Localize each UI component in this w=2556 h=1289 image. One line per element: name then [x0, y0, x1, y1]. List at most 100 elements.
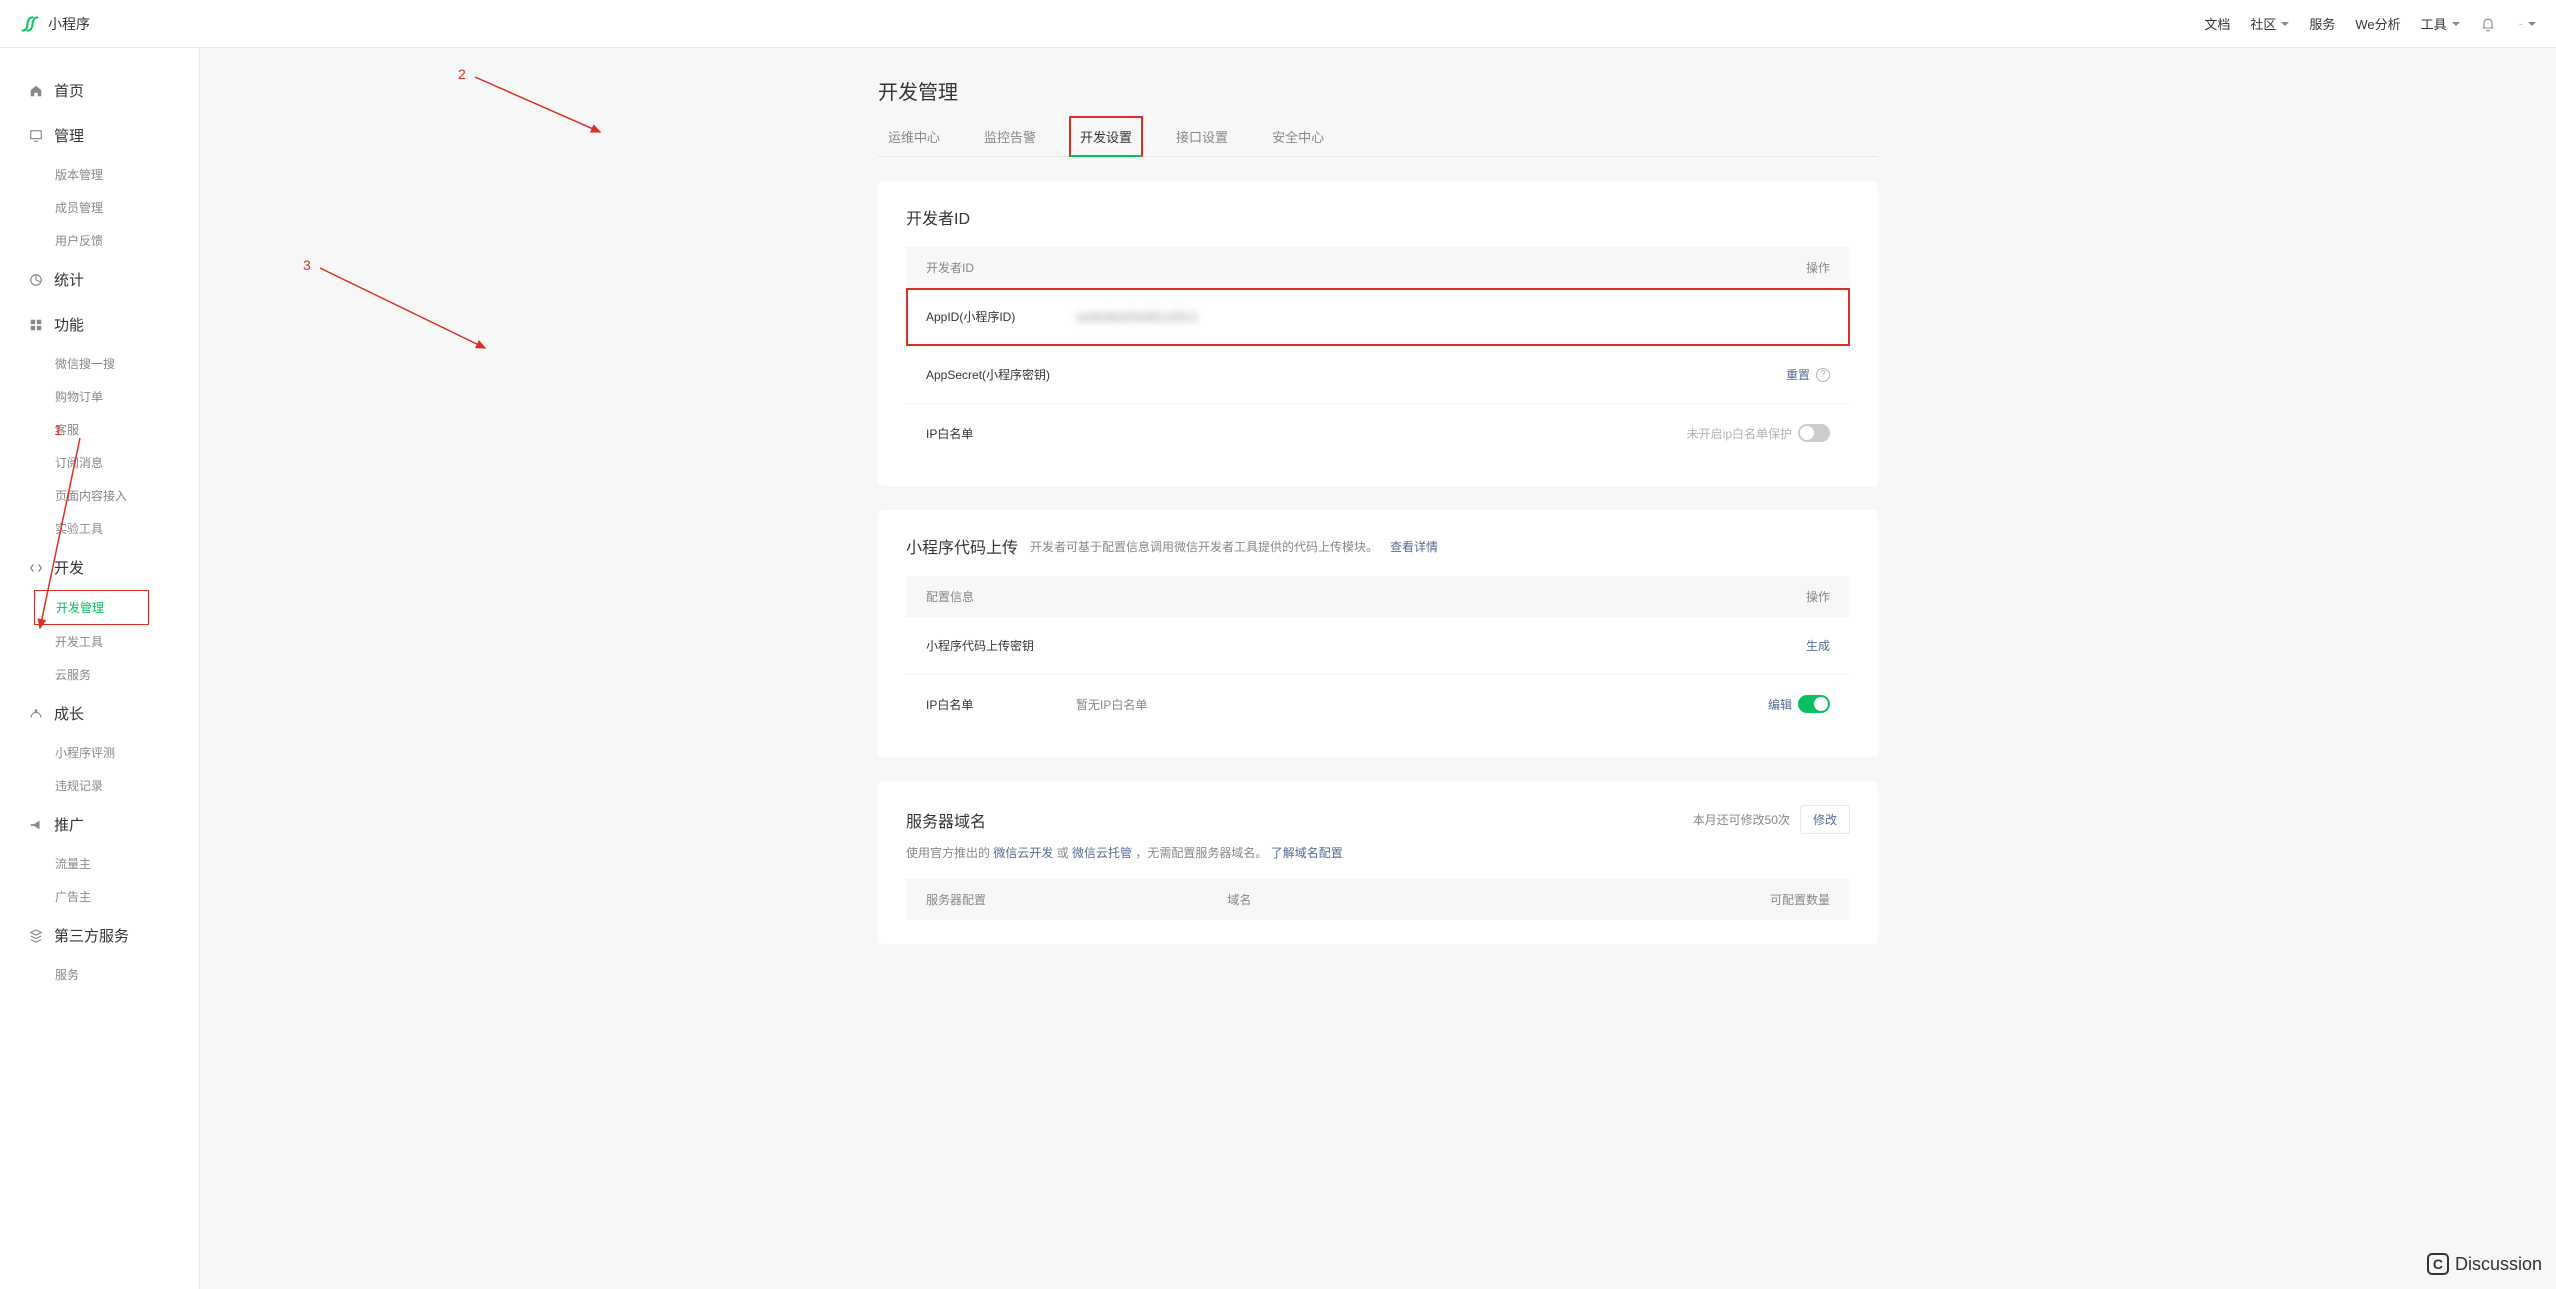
topnav-weanalytics[interactable]: We分析 [2355, 14, 2400, 33]
appid-label: AppID(小程序ID) [926, 308, 1076, 325]
upload-secret-generate-link[interactable]: 生成 [1806, 637, 1830, 654]
growth-icon [28, 706, 44, 722]
sidebar-subitem-services[interactable]: 服务 [0, 958, 199, 991]
grid-icon [28, 317, 44, 333]
row-upload-secret: 小程序代码上传密钥 生成 [906, 617, 1850, 675]
annotation-2: 2 [470, 72, 610, 142]
topnav-services[interactable]: 服务 [2309, 14, 2335, 33]
monitor-icon [28, 128, 44, 144]
ip-whitelist-edit-link[interactable]: 编辑 [1768, 696, 1792, 713]
ip-whitelist-toggle-2[interactable] [1798, 695, 1830, 713]
annotation-3: 3 [315, 263, 495, 363]
upload-secret-label: 小程序代码上传密钥 [926, 637, 1076, 654]
sidebar-section-features[interactable]: 功能 [0, 302, 199, 347]
code-upload-card: 小程序代码上传 开发者可基于配置信息调用微信开发者工具提供的代码上传模块。 查看… [878, 510, 1878, 757]
tab-dev-settings[interactable]: 开发设置 [1070, 117, 1142, 156]
sidebar-subitem-shopping-orders[interactable]: 购物订单 [0, 380, 199, 413]
code-upload-title: 小程序代码上传 开发者可基于配置信息调用微信开发者工具提供的代码上传模块。 查看… [906, 534, 1850, 558]
topbar-title: 小程序 [48, 14, 90, 34]
ip-whitelist-label-2: IP白名单 [926, 696, 1076, 713]
ip-whitelist-status: 未开启ip白名单保护 [1687, 425, 1792, 442]
tab-security-center[interactable]: 安全中心 [1262, 117, 1334, 156]
topnav-user[interactable]: - [2516, 16, 2536, 31]
sidebar-subitem-wx-search[interactable]: 微信搜一搜 [0, 347, 199, 380]
main: 开发管理 运维中心 监控告警 开发设置 接口设置 安全中心 开发者ID 开发者I… [200, 48, 2556, 1289]
megaphone-icon [28, 817, 44, 833]
sidebar-subitem-cloud-services[interactable]: 云服务 [0, 658, 199, 691]
sidebar-subitem-customer-service[interactable]: 客服 [0, 413, 199, 446]
sidebar-subitem-subscribe-msg[interactable]: 订阅消息 [0, 446, 199, 479]
sidebar-section-growth[interactable]: 成长 [0, 691, 199, 736]
watermark-icon: C [2427, 1253, 2449, 1275]
topbar-left: 小程序 [20, 14, 90, 34]
server-domain-remaining: 本月还可修改50次 [1693, 811, 1790, 828]
code-upload-detail-link[interactable]: 查看详情 [1390, 538, 1438, 555]
row-ip-whitelist-2: IP白名单 暂无IP白名单 编辑 [906, 675, 1850, 733]
server-domain-table-header: 服务器配置 域名 可配置数量 [906, 879, 1850, 920]
row-ip-whitelist-1: IP白名单 未开启ip白名单保护 [906, 404, 1850, 462]
home-icon [28, 83, 44, 99]
watermark: C Discussion [2427, 1253, 2542, 1275]
appsecret-label: AppSecret(小程序密钥) [926, 366, 1076, 383]
developer-id-title: 开发者ID [906, 205, 1850, 229]
link-learn-domain-config[interactable]: 了解域名配置 [1271, 846, 1343, 860]
sidebar-section-thirdparty[interactable]: 第三方服务 [0, 913, 199, 958]
developer-id-card: 开发者ID 开发者ID 操作 AppID(小程序ID) wx8a3ba03e98… [878, 181, 1878, 486]
sidebar-section-home[interactable]: 首页 [0, 68, 199, 113]
topnav-tools[interactable]: 工具 [2421, 14, 2460, 33]
link-wx-cloud-host[interactable]: 微信云托管 [1072, 846, 1132, 860]
appsecret-reset-link[interactable]: 重置 ? [1786, 366, 1830, 383]
sidebar-subitem-violation-records[interactable]: 违规记录 [0, 769, 199, 802]
code-icon [28, 560, 44, 576]
sidebar-subitem-member-manage[interactable]: 成员管理 [0, 191, 199, 224]
sidebar-subitem-dev-manage[interactable]: 开发管理 [34, 590, 149, 625]
sidebar-subitem-version-manage[interactable]: 版本管理 [0, 158, 199, 191]
sidebar-subitem-miniprogram-eval[interactable]: 小程序评测 [0, 736, 199, 769]
ip-whitelist-toggle-1[interactable] [1798, 424, 1830, 442]
link-wx-cloud-dev[interactable]: 微信云开发 [993, 846, 1053, 860]
stack-icon [28, 928, 44, 944]
chevron-down-icon [2452, 22, 2460, 26]
watermark-label: Discussion [2455, 1254, 2542, 1275]
tabs: 运维中心 监控告警 开发设置 接口设置 安全中心 [878, 117, 1878, 157]
sidebar-subitem-traffic-owner[interactable]: 流量主 [0, 847, 199, 880]
sidebar: 首页 管理 版本管理 成员管理 用户反馈 统计 功能 微信搜一搜 购物订单 客服… [0, 48, 200, 1289]
sidebar-subitem-experiment-tools[interactable]: 实验工具 [0, 512, 199, 545]
topbar-nav: 文档 社区 服务 We分析 工具 - [2204, 14, 2536, 33]
server-domain-desc: 使用官方推出的 微信云开发 或 微信云托管 ，无需配置服务器域名。 了解域名配置 [906, 844, 1850, 861]
ip-whitelist-label-1: IP白名单 [926, 425, 1076, 442]
code-upload-header: 配置信息 操作 [906, 576, 1850, 617]
sidebar-section-manage[interactable]: 管理 [0, 113, 199, 158]
sidebar-section-promotion[interactable]: 推广 [0, 802, 199, 847]
topnav-docs[interactable]: 文档 [2204, 14, 2230, 33]
developer-id-header: 开发者ID 操作 [906, 247, 1850, 288]
sidebar-subitem-user-feedback[interactable]: 用户反馈 [0, 224, 199, 257]
tab-ops-center[interactable]: 运维中心 [878, 117, 950, 156]
main-inner: 开发管理 运维中心 监控告警 开发设置 接口设置 安全中心 开发者ID 开发者I… [878, 76, 1878, 968]
tab-api-settings[interactable]: 接口设置 [1166, 117, 1238, 156]
server-domain-header: 服务器域名 本月还可修改50次 修改 [906, 805, 1850, 834]
row-appsecret: AppSecret(小程序密钥) 重置 ? [906, 346, 1850, 404]
sidebar-subitem-page-content-access[interactable]: 页面内容接入 [0, 479, 199, 512]
server-domain-title: 服务器域名 [906, 808, 986, 832]
chevron-down-icon [2528, 22, 2536, 26]
sidebar-subitem-dev-tools[interactable]: 开发工具 [0, 625, 199, 658]
pie-icon [28, 272, 44, 288]
appid-value: wx8a3ba03e981a20c3 [1076, 310, 1830, 324]
notifications-icon[interactable] [2480, 16, 2496, 32]
sidebar-subitem-advertiser[interactable]: 广告主 [0, 880, 199, 913]
sidebar-section-develop[interactable]: 开发 [0, 545, 199, 590]
chevron-down-icon [2281, 22, 2289, 26]
help-icon[interactable]: ? [1816, 368, 1830, 382]
ip-whitelist-value-2: 暂无IP白名单 [1076, 696, 1768, 713]
topnav-community[interactable]: 社区 [2250, 14, 2289, 33]
tab-monitor-alert[interactable]: 监控告警 [974, 117, 1046, 156]
topbar: 小程序 文档 社区 服务 We分析 工具 - [0, 0, 2556, 48]
layout: 首页 管理 版本管理 成员管理 用户反馈 统计 功能 微信搜一搜 购物订单 客服… [0, 48, 2556, 1289]
server-domain-card: 服务器域名 本月还可修改50次 修改 使用官方推出的 微信云开发 或 微信云托管… [878, 781, 1878, 944]
row-appid: AppID(小程序ID) wx8a3ba03e981a20c3 [906, 288, 1850, 346]
wechat-mini-logo-icon [20, 14, 40, 34]
server-domain-modify-button[interactable]: 修改 [1800, 805, 1850, 834]
page-title: 开发管理 [878, 76, 1878, 105]
sidebar-section-stats[interactable]: 统计 [0, 257, 199, 302]
